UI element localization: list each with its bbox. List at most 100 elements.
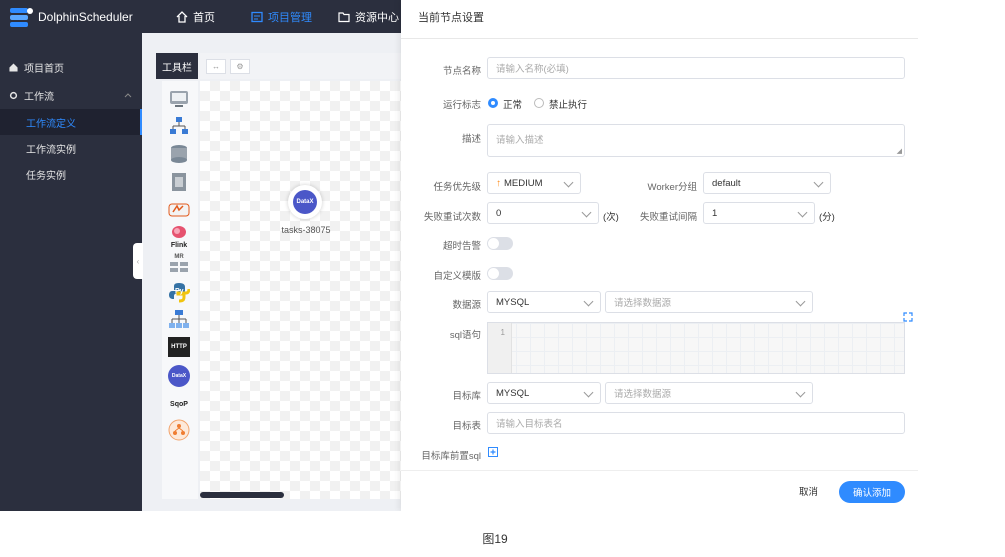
nav-project[interactable]: 项目管理 (251, 0, 312, 33)
chevron-down-icon (583, 387, 594, 398)
node-name-input[interactable]: 请输入名称(必填) (487, 57, 905, 79)
timeout-alarm-toggle[interactable] (487, 237, 513, 250)
settings-button[interactable]: ⚙ (230, 59, 250, 74)
worker-group-select[interactable]: default (703, 172, 831, 194)
target-db-type-value: MYSQL (496, 387, 530, 399)
toolbar-label: 工具栏 (156, 53, 198, 79)
nav-home[interactable]: 首页 (176, 0, 215, 33)
sidebar-item-project-home[interactable]: 项目首页 (0, 54, 142, 80)
datasource-type-value: MYSQL (496, 296, 530, 308)
http-label: HTTP (171, 344, 187, 350)
sql-icon[interactable] (168, 171, 190, 193)
worker-group-value: default (712, 177, 741, 189)
chevron-down-icon (797, 207, 808, 218)
datasource-placeholder: 请选择数据源 (614, 298, 672, 309)
footer-divider (401, 470, 918, 471)
sidebar-item-workflow[interactable]: 工作流 (0, 82, 142, 108)
target-datasource-placeholder: 请选择数据源 (614, 389, 672, 400)
retry-interval-unit: (分) (819, 212, 835, 223)
retry-interval-select[interactable]: 1 (703, 202, 815, 224)
resize-handle-icon: ◢ (896, 148, 902, 155)
description-textarea[interactable]: 请输入描述 ◢ (487, 124, 905, 157)
sql-editor[interactable]: 1 (487, 322, 905, 374)
dag-canvas-area: ‹ 工具栏 ↔ ⚙ Flink MR Py HTTP DataX SqoP Da… (133, 33, 402, 511)
sidebar-item-label: 工作流 (24, 91, 54, 103)
python-label: Py (175, 288, 184, 295)
retry-times-label: 失败重试次数 (423, 212, 481, 223)
chevron-down-icon (813, 177, 824, 188)
nav-resources[interactable]: 资源中心 (338, 0, 399, 33)
spark-icon[interactable] (168, 199, 190, 221)
sidebar-item-task-instance[interactable]: 任务实例 (0, 161, 142, 187)
chevron-up-icon (124, 93, 132, 98)
procedure-icon[interactable] (168, 143, 190, 165)
retry-interval-label: 失败重试间隔 (639, 212, 697, 223)
chevron-down-icon (563, 177, 574, 188)
retry-times-select[interactable]: 0 (487, 202, 599, 224)
sql-label: sql语句 (449, 330, 481, 341)
datax-icon[interactable]: DataX (168, 365, 190, 387)
http-icon[interactable]: HTTP (168, 337, 190, 357)
add-icon[interactable] (488, 447, 498, 457)
drawer-title: 当前节点设置 (418, 12, 484, 24)
mr-grid-icon (170, 262, 188, 272)
nav-home-label: 首页 (193, 11, 215, 24)
retry-times-value: 0 (496, 207, 502, 219)
chevron-down-icon (795, 296, 806, 307)
target-datasource-select[interactable]: 请选择数据源 (605, 382, 813, 404)
sidebar-item-workflow-definition[interactable]: 工作流定义 (0, 109, 142, 135)
target-db-label: 目标库 (452, 391, 481, 402)
project-icon (251, 11, 263, 22)
line-number: 1 (488, 323, 512, 373)
confirm-add-button[interactable]: 确认添加 (839, 481, 905, 503)
retry-interval-value: 1 (712, 207, 718, 219)
worker-group-label: Worker分组 (647, 182, 697, 193)
sidebar-item-workflow-instance[interactable]: 工作流实例 (0, 135, 142, 161)
drag-mode-button[interactable]: ↔ (206, 59, 226, 74)
retry-times-unit: (次) (603, 212, 619, 223)
node-name-label: 节点名称 (442, 66, 481, 77)
canvas-top-toolbar: ↔ ⚙ (200, 53, 402, 79)
custom-template-label: 自定义模版 (433, 271, 481, 282)
custom-template-toggle[interactable] (487, 267, 513, 280)
sqoop-icon[interactable]: SqoP (168, 393, 190, 415)
conditions-icon[interactable] (168, 419, 190, 441)
fullscreen-icon[interactable] (903, 312, 913, 322)
nav-resources-label: 资源中心 (355, 11, 399, 24)
run-flag-normal-text: 正常 (503, 100, 523, 111)
cancel-button[interactable]: 取消 (799, 484, 818, 498)
python-icon[interactable]: Py (168, 281, 191, 303)
sub-process-icon[interactable] (168, 115, 190, 137)
priority-select[interactable]: ↑ MEDIUM (487, 172, 581, 194)
divider (401, 38, 918, 39)
shell-icon[interactable] (168, 87, 190, 109)
dolphin-logo-icon (10, 8, 33, 27)
datax-task-node[interactable]: DataX (288, 185, 322, 219)
node-name-placeholder: 请输入名称(必填) (496, 64, 569, 75)
chevron-down-icon (583, 296, 594, 307)
target-table-input[interactable]: 请输入目标表名 (487, 412, 905, 434)
run-flag-forbidden-radio[interactable] (534, 98, 544, 108)
flink-icon[interactable]: Flink (168, 225, 190, 249)
priority-label: 任务优先级 (433, 182, 481, 193)
app-window: DolphinScheduler 首页 项目管理 资源中心 项目首页 工作流 工… (0, 0, 918, 511)
collapse-sidebar-handle[interactable]: ‹ (133, 243, 143, 279)
sidebar-item-label: 工作流实例 (26, 144, 76, 156)
horizontal-scrollbar[interactable] (200, 492, 284, 498)
gear-icon (9, 91, 18, 99)
run-flag-normal-radio[interactable] (488, 98, 498, 108)
target-db-type-select[interactable]: MYSQL (487, 382, 601, 404)
description-placeholder: 请输入描述 (496, 135, 544, 146)
sqoop-label: SqoP (170, 400, 188, 408)
datasource-select[interactable]: 请选择数据源 (605, 291, 813, 313)
app-logo[interactable]: DolphinScheduler (8, 4, 148, 30)
dag-canvas[interactable]: DataX tasks-38075 (200, 81, 402, 499)
pre-sql-label: 目标库前置sql (421, 451, 481, 462)
datax-label: DataX (171, 373, 187, 379)
task-type-toolbar: Flink MR Py HTTP DataX SqoP (162, 81, 198, 499)
mr-icon[interactable]: MR (168, 253, 190, 275)
chevron-down-icon (581, 207, 592, 218)
datasource-type-select[interactable]: MYSQL (487, 291, 601, 313)
dependent-icon[interactable] (168, 309, 190, 331)
arrow-up-icon: ↑ (496, 177, 501, 189)
